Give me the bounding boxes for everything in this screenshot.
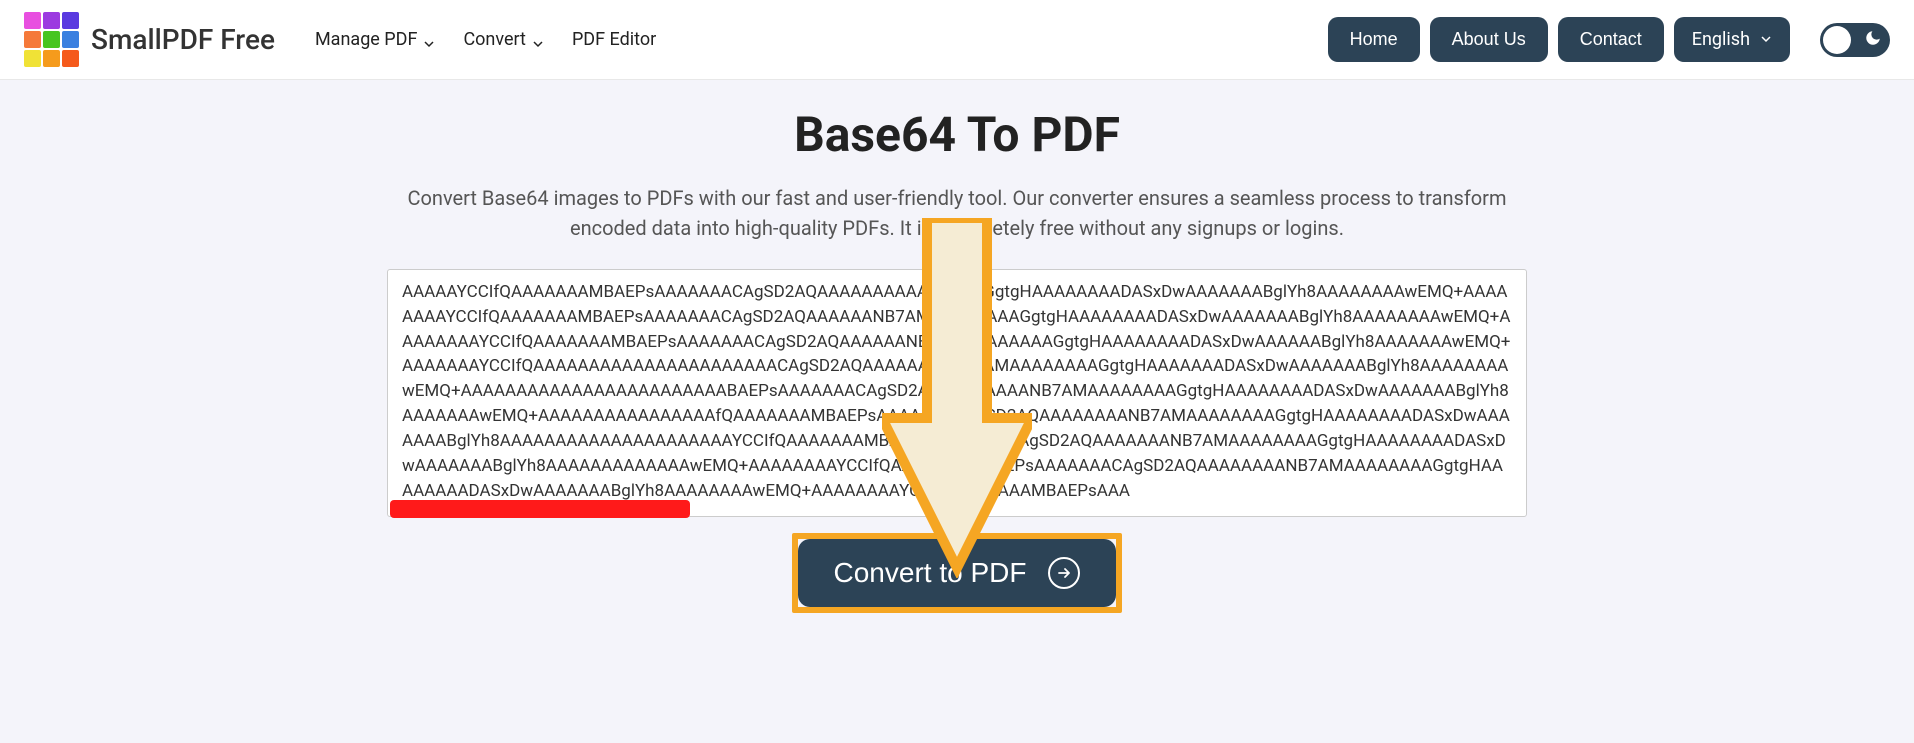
main-content: Base64 To PDF Convert Base64 images to P… <box>357 80 1557 633</box>
header: SmallPDF Free Manage PDF Convert PDF Edi… <box>0 0 1914 80</box>
page-subtitle: Convert Base64 images to PDFs with our f… <box>377 183 1537 243</box>
base64-input[interactable] <box>387 269 1527 517</box>
highlight-box: Convert to PDF <box>792 533 1123 613</box>
nav-label: PDF Editor <box>572 29 656 50</box>
nav-label: Manage PDF <box>315 29 417 50</box>
language-label: English <box>1692 29 1750 50</box>
logo[interactable]: SmallPDF Free <box>24 12 275 67</box>
nav-pdf-editor[interactable]: PDF Editor <box>572 29 656 50</box>
page-title: Base64 To PDF <box>377 106 1537 163</box>
about-button[interactable]: About Us <box>1430 17 1548 62</box>
theme-toggle[interactable] <box>1820 23 1890 57</box>
moon-icon <box>1864 29 1882 51</box>
nav-convert[interactable]: Convert <box>463 29 544 50</box>
nav-label: Convert <box>463 29 526 50</box>
contact-button[interactable]: Contact <box>1558 17 1664 62</box>
nav-manage-pdf[interactable]: Manage PDF <box>315 29 435 50</box>
home-button[interactable]: Home <box>1328 17 1420 62</box>
logo-icon <box>24 12 79 67</box>
chevron-down-icon <box>532 34 544 46</box>
chevron-down-icon <box>1760 29 1772 50</box>
arrow-right-circle-icon <box>1048 557 1080 589</box>
convert-to-pdf-button[interactable]: Convert to PDF <box>798 539 1117 607</box>
brand-name: SmallPDF Free <box>91 23 275 56</box>
chevron-down-icon <box>423 34 435 46</box>
main-nav: Manage PDF Convert PDF Editor <box>315 29 656 50</box>
language-select[interactable]: English <box>1674 17 1790 62</box>
toggle-knob <box>1823 26 1851 54</box>
convert-button-label: Convert to PDF <box>834 557 1027 589</box>
spellcheck-underline <box>390 500 690 518</box>
header-buttons: Home About Us Contact English <box>1328 17 1890 62</box>
